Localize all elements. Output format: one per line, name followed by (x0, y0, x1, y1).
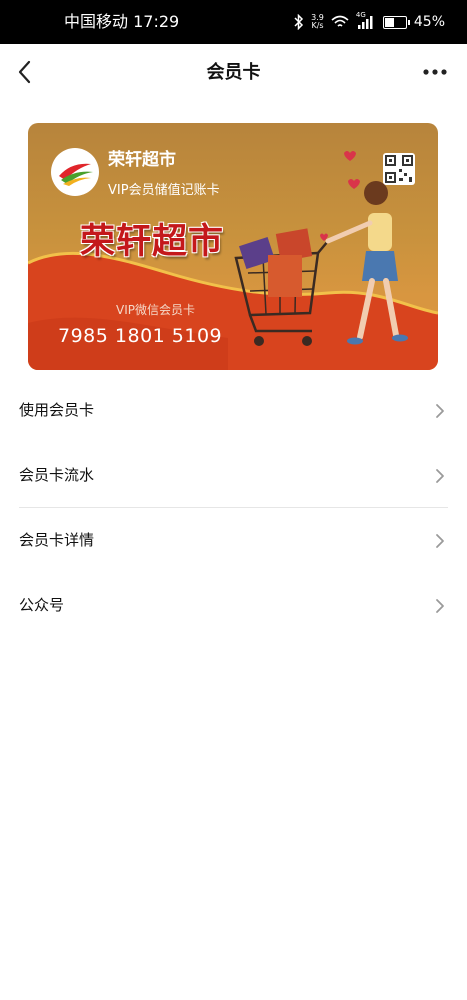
battery-icon (382, 15, 410, 29)
more-dots-icon[interactable] (421, 62, 449, 82)
card-menu-list: 使用会员卡 会员卡流水 会员卡详情 公众号 (0, 378, 467, 638)
wechat-member-label: VIP微信会员卡 (116, 303, 195, 317)
menu-item-card-transactions[interactable]: 会员卡流水 (0, 443, 467, 508)
status-bar: 中国移动 17:29 3.9 K/s 4G 45% (0, 0, 467, 44)
status-icons: 3.9 K/s 4G 45% (294, 0, 445, 44)
member-card[interactable]: 荣轩超市 VIP会员储值记账卡 荣轩超市 VIP微信会员卡 7985 1801 … (28, 123, 438, 370)
carrier-time: 中国移动 17:29 (64, 12, 180, 31)
menu-item-card-details[interactable]: 会员卡详情 (0, 508, 467, 573)
menu-item-official-account[interactable]: 公众号 (0, 573, 467, 638)
battery-percent: 45% (413, 14, 445, 30)
card-number: 7985 1801 5109 (58, 325, 223, 347)
speed-unit: K/s (311, 21, 324, 30)
chevron-right-icon (436, 469, 444, 483)
back-icon[interactable] (12, 58, 40, 86)
signal-4g-icon: 4G (356, 11, 376, 30)
wifi-icon (331, 15, 349, 27)
chevron-right-icon (436, 599, 444, 613)
chevron-right-icon (436, 404, 444, 418)
page-title: 会员卡 (206, 62, 261, 83)
menu-item-label: 使用会员卡 (19, 401, 95, 419)
menu-item-label: 公众号 (19, 596, 65, 614)
signal-bars-icon (357, 16, 373, 29)
menu-item-label: 会员卡流水 (19, 466, 95, 484)
network-speed: 3.9 K/s (311, 14, 324, 30)
bluetooth-icon (294, 14, 304, 30)
chevron-right-icon (436, 534, 444, 548)
nav-bar: 会员卡 (0, 44, 467, 102)
menu-item-use-card[interactable]: 使用会员卡 (0, 378, 467, 443)
menu-item-label: 会员卡详情 (19, 531, 95, 549)
